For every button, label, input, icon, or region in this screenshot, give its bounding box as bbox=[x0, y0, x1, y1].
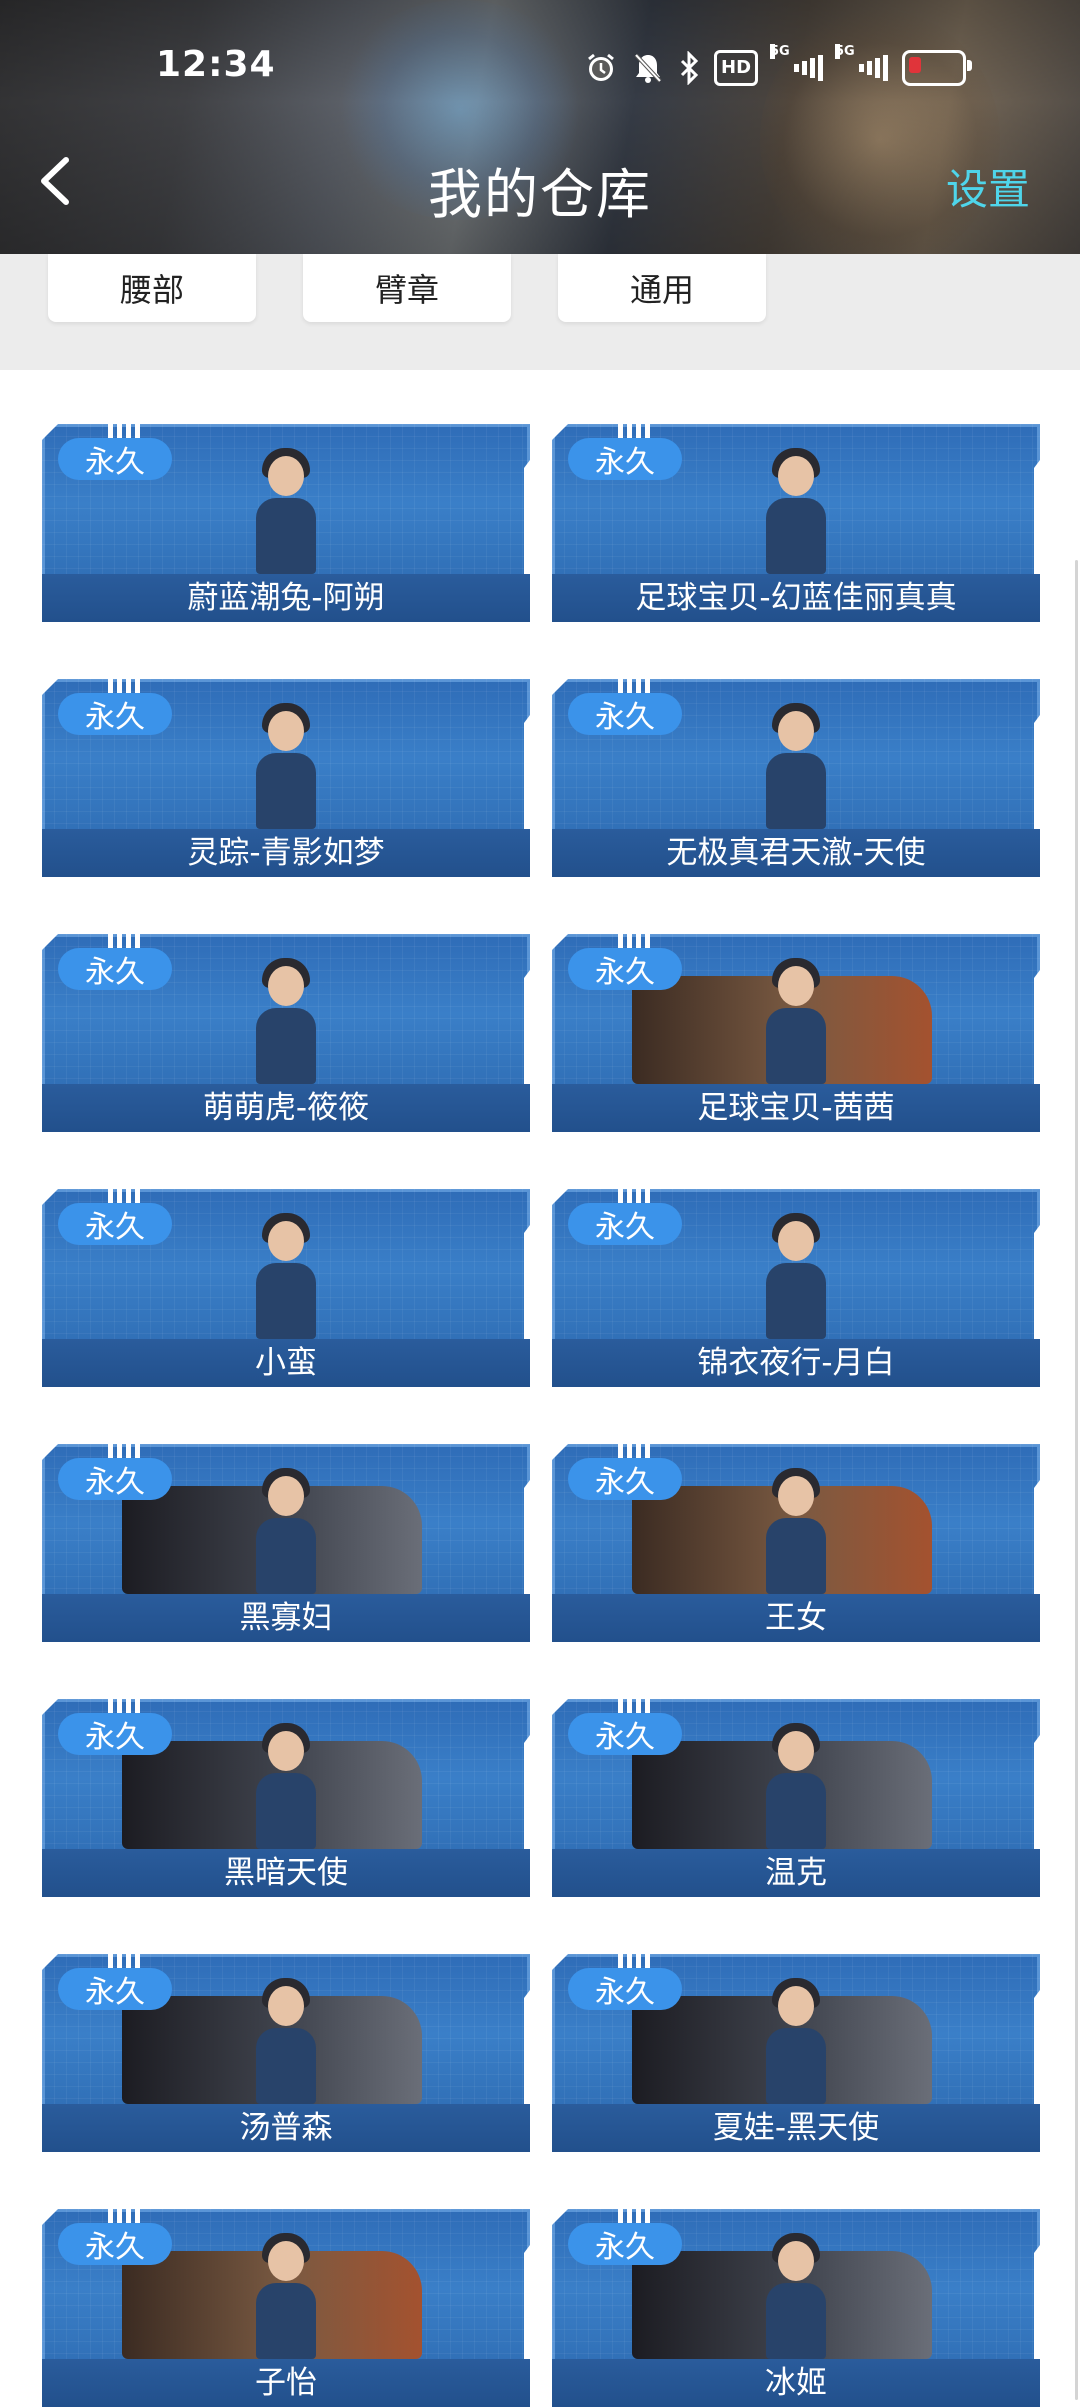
character-avatar bbox=[242, 958, 330, 1084]
item-card[interactable]: 永久子怡 bbox=[42, 2207, 530, 2407]
category-filter-bar: 腰部 臂章 通用 bbox=[0, 254, 1080, 370]
card-notch bbox=[108, 932, 142, 948]
permanent-badge: 永久 bbox=[58, 948, 172, 990]
character-avatar bbox=[242, 1468, 330, 1594]
permanent-badge: 永久 bbox=[58, 438, 172, 480]
signal-5g-icon: 5G bbox=[835, 44, 889, 86]
filter-chip-waist[interactable]: 腰部 bbox=[48, 254, 256, 322]
item-name: 足球宝贝-茜茜 bbox=[697, 1090, 895, 1126]
card-notch bbox=[108, 2207, 142, 2223]
item-card[interactable]: 永久足球宝贝-茜茜 bbox=[552, 932, 1040, 1132]
filter-chip-general[interactable]: 通用 bbox=[558, 254, 766, 322]
permanent-badge: 永久 bbox=[568, 948, 682, 990]
item-name: 黑暗天使 bbox=[224, 1855, 348, 1891]
item-card[interactable]: 永久足球宝贝-幻蓝佳丽真真 bbox=[552, 422, 1040, 622]
item-card[interactable]: 永久温克 bbox=[552, 1697, 1040, 1897]
item-name: 子怡 bbox=[255, 2365, 317, 2401]
permanent-badge: 永久 bbox=[568, 1458, 682, 1500]
permanent-badge: 永久 bbox=[568, 2223, 682, 2265]
item-card[interactable]: 永久王女 bbox=[552, 1442, 1040, 1642]
card-notch bbox=[618, 1697, 652, 1713]
character-avatar bbox=[752, 1723, 840, 1849]
item-name: 无极真君天澈-天使 bbox=[666, 835, 926, 871]
character-avatar bbox=[752, 703, 840, 829]
item-grid: 永久 蔚蓝潮兔-阿朔 永久 足球宝贝-幻蓝佳丽真真 永久 灵踪-青影如梦 永久 无极真君天澈-… bbox=[0, 370, 1080, 2407]
item-card[interactable]: 永久蔚蓝潮兔-阿朔 bbox=[42, 422, 530, 622]
status-time: 12:34 bbox=[156, 44, 276, 85]
item-card[interactable]: 永久夏娃-黑天使 bbox=[552, 1952, 1040, 2152]
permanent-badge: 永久 bbox=[568, 693, 682, 735]
permanent-badge: 永久 bbox=[568, 1203, 682, 1245]
mute-icon bbox=[632, 50, 664, 86]
card-notch bbox=[618, 2207, 652, 2223]
character-avatar bbox=[242, 1213, 330, 1339]
status-icons: HD 5G 5G bbox=[584, 44, 973, 88]
item-name: 冰姬 bbox=[765, 2365, 827, 2401]
item-name: 汤普森 bbox=[239, 2110, 333, 2146]
card-notch bbox=[618, 422, 652, 438]
item-name: 萌萌虎-筱筱 bbox=[202, 1090, 370, 1126]
item-name: 锦衣夜行-月白 bbox=[697, 1345, 895, 1381]
permanent-badge: 永久 bbox=[568, 1713, 682, 1755]
scrollbar[interactable] bbox=[1075, 560, 1078, 2400]
item-card[interactable]: 永久小蛮 bbox=[42, 1187, 530, 1387]
card-notch bbox=[108, 1952, 142, 1968]
item-name: 黑寡妇 bbox=[239, 1600, 333, 1636]
card-notch bbox=[618, 932, 652, 948]
signal-5g-icon: 5G bbox=[770, 44, 824, 86]
card-notch bbox=[618, 1952, 652, 1968]
card-notch bbox=[108, 677, 142, 693]
header-banner: 12:34 HD 5G 5G 我的仓库 设置 bbox=[0, 0, 1080, 254]
character-avatar bbox=[752, 958, 840, 1084]
character-avatar bbox=[242, 703, 330, 829]
item-card[interactable]: 永久萌萌虎-筱筱 bbox=[42, 932, 530, 1132]
item-card[interactable]: 永久汤普森 bbox=[42, 1952, 530, 2152]
character-avatar bbox=[752, 448, 840, 574]
permanent-badge: 永久 bbox=[58, 693, 172, 735]
item-card[interactable]: 永久冰姬 bbox=[552, 2207, 1040, 2407]
item-name: 夏娃-黑天使 bbox=[712, 2110, 880, 2146]
filter-chip-armband[interactable]: 臂章 bbox=[303, 254, 511, 322]
card-notch bbox=[108, 1187, 142, 1203]
alarm-icon bbox=[584, 50, 618, 86]
item-card[interactable]: 永久灵踪-青影如梦 bbox=[42, 677, 530, 877]
card-notch bbox=[108, 1442, 142, 1458]
page-title: 我的仓库 bbox=[428, 163, 652, 226]
item-name: 小蛮 bbox=[255, 1345, 317, 1381]
item-name: 足球宝贝-幻蓝佳丽真真 bbox=[635, 580, 957, 616]
item-name: 温克 bbox=[765, 1855, 827, 1891]
card-notch bbox=[618, 1187, 652, 1203]
permanent-badge: 永久 bbox=[58, 1968, 172, 2010]
card-notch bbox=[618, 1442, 652, 1458]
hd-icon: HD bbox=[714, 50, 759, 86]
character-avatar bbox=[242, 2233, 330, 2359]
permanent-badge: 永久 bbox=[568, 1968, 682, 2010]
permanent-badge: 永久 bbox=[58, 1713, 172, 1755]
permanent-badge: 永久 bbox=[58, 2223, 172, 2265]
character-avatar bbox=[242, 1723, 330, 1849]
character-avatar bbox=[242, 448, 330, 574]
item-card[interactable]: 永久黑暗天使 bbox=[42, 1697, 530, 1897]
item-card[interactable]: 永久黑寡妇 bbox=[42, 1442, 530, 1642]
character-avatar bbox=[752, 2233, 840, 2359]
permanent-badge: 永久 bbox=[568, 438, 682, 480]
item-name: 灵踪-青影如梦 bbox=[187, 835, 385, 871]
character-avatar bbox=[752, 1468, 840, 1594]
card-notch bbox=[108, 1697, 142, 1713]
item-name: 蔚蓝潮兔-阿朔 bbox=[187, 580, 385, 616]
settings-button[interactable]: 设置 bbox=[946, 156, 1030, 217]
character-avatar bbox=[752, 1213, 840, 1339]
battery-low-icon bbox=[902, 50, 973, 86]
card-notch bbox=[618, 677, 652, 693]
item-card[interactable]: 永久无极真君天澈-天使 bbox=[552, 677, 1040, 877]
permanent-badge: 永久 bbox=[58, 1458, 172, 1500]
bluetooth-icon bbox=[678, 50, 700, 86]
character-avatar bbox=[752, 1978, 840, 2104]
permanent-badge: 永久 bbox=[58, 1203, 172, 1245]
card-notch bbox=[108, 422, 142, 438]
item-card[interactable]: 永久锦衣夜行-月白 bbox=[552, 1187, 1040, 1387]
item-name: 王女 bbox=[765, 1600, 827, 1636]
character-avatar bbox=[242, 1978, 330, 2104]
